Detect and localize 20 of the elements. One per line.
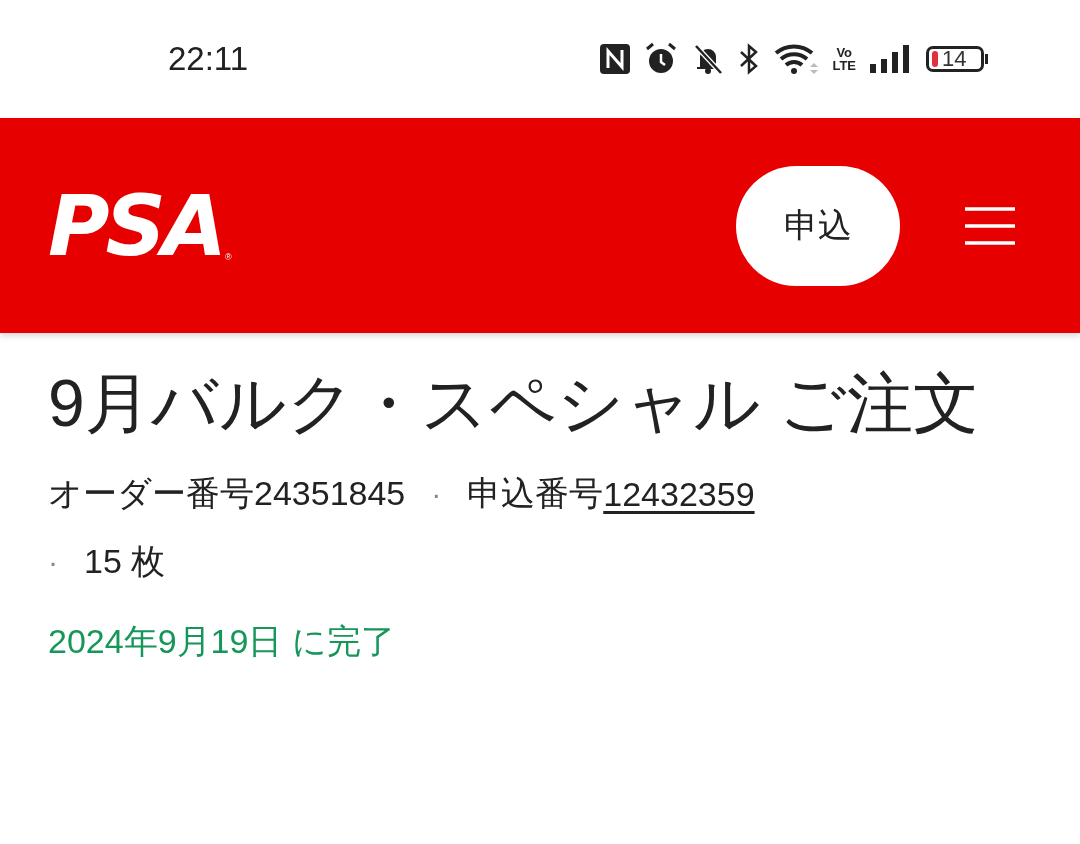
volte-indicator: Vo LTE xyxy=(832,46,856,72)
completed-date: 2024年9月19日 に完了 xyxy=(48,621,396,662)
signal-icon xyxy=(870,44,912,74)
order-number: オーダー番号24351845 xyxy=(48,473,406,514)
logo[interactable]: PSA xyxy=(48,183,224,268)
card-count: 15 枚 xyxy=(84,541,166,582)
apply-button[interactable]: 申込 xyxy=(736,165,900,286)
registered-mark: ® xyxy=(225,251,232,262)
application-number-link[interactable]: 12432359 xyxy=(603,474,755,514)
separator-dot: · xyxy=(431,477,442,511)
muted-bell-icon xyxy=(692,43,725,75)
clock-time: 22:11 xyxy=(168,40,249,78)
nfc-icon xyxy=(600,44,631,74)
battery-indicator: 14 xyxy=(926,46,984,72)
application-label: 申込番号 xyxy=(467,473,604,514)
alarm-icon xyxy=(644,42,679,76)
page-title: 9月バルク・スペシャル ご注文 xyxy=(48,365,981,442)
separator-dot: · xyxy=(48,545,58,579)
menu-icon[interactable] xyxy=(964,206,1016,245)
wifi-icon xyxy=(774,43,819,75)
